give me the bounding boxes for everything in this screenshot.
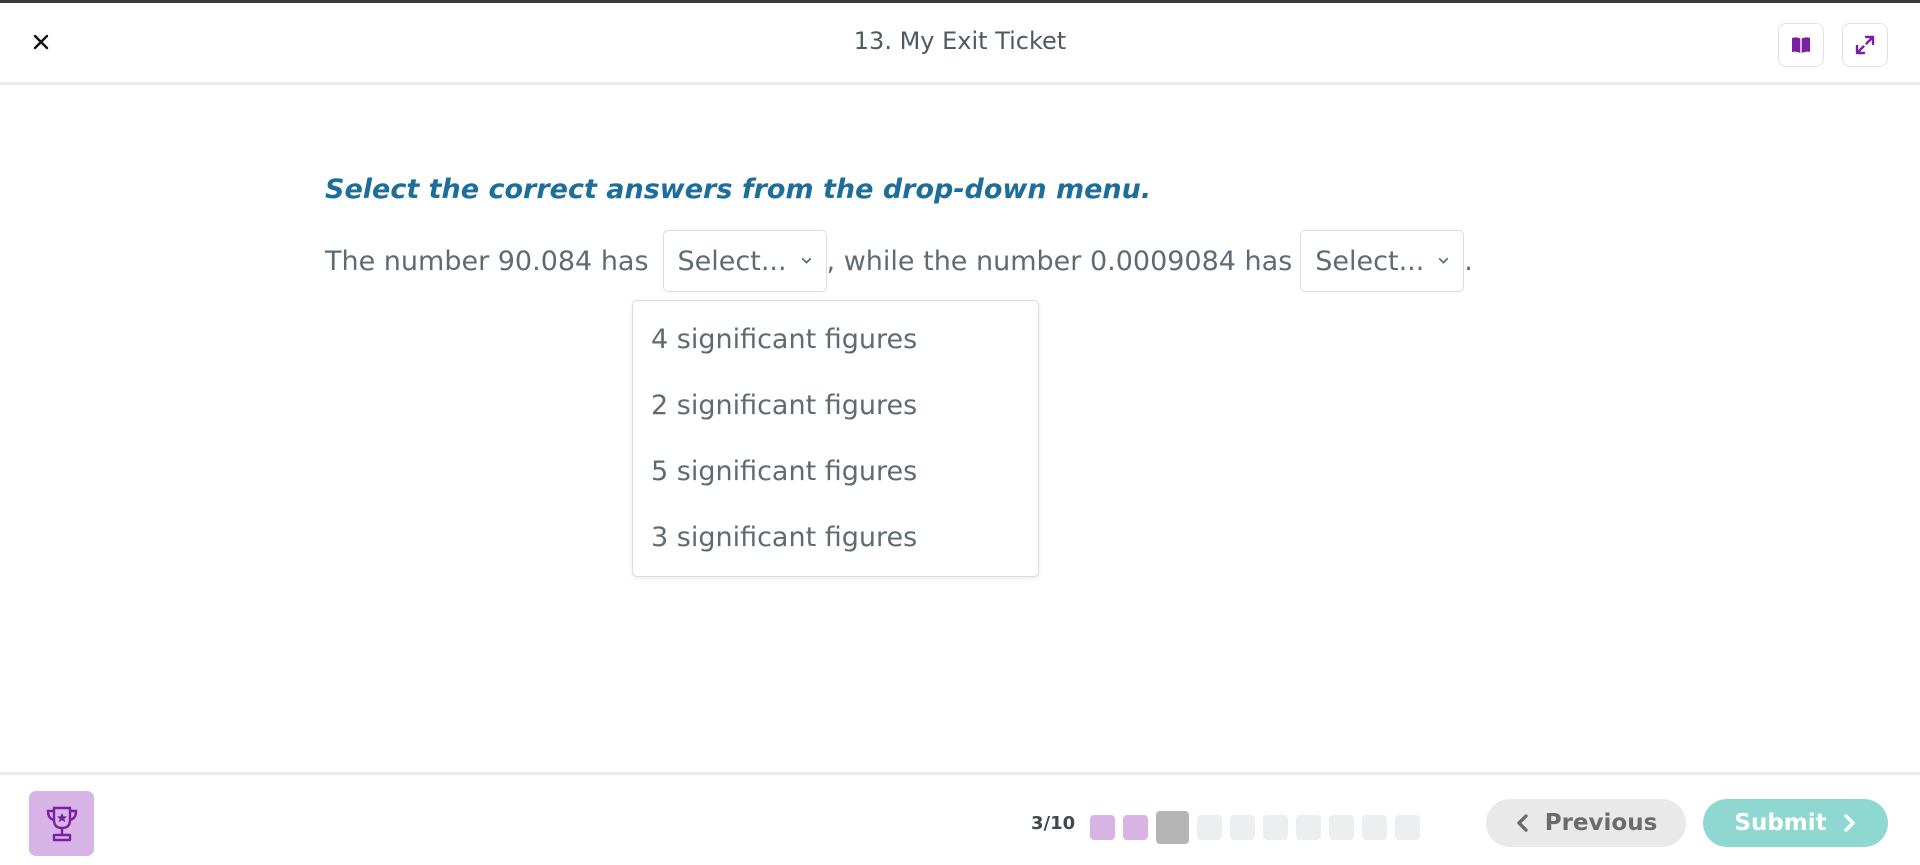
answer-select-1[interactable]: Select... bbox=[662, 230, 827, 292]
dropdown-option[interactable]: 3 significant figures bbox=[633, 504, 1038, 570]
progress-dot-1[interactable] bbox=[1090, 815, 1115, 840]
progress-dot-3[interactable] bbox=[1156, 811, 1189, 844]
question-sentence: The number 90.084 has Select... , while … bbox=[325, 230, 1473, 292]
trophy-button[interactable] bbox=[29, 791, 94, 856]
previous-button[interactable]: Previous bbox=[1486, 799, 1686, 847]
header: 13. My Exit Ticket bbox=[0, 3, 1920, 85]
progress-dot-8[interactable] bbox=[1329, 815, 1354, 840]
book-icon bbox=[1792, 37, 1810, 53]
progress-dots bbox=[1090, 811, 1428, 844]
expand-icon bbox=[1855, 35, 1875, 55]
submit-button[interactable]: Submit bbox=[1703, 799, 1888, 847]
select-1-placeholder: Select... bbox=[677, 245, 787, 277]
chevron-left-icon bbox=[1515, 813, 1529, 833]
select-2-placeholder: Select... bbox=[1315, 245, 1425, 277]
progress-dot-6[interactable] bbox=[1263, 815, 1288, 840]
progress-dot-4[interactable] bbox=[1197, 815, 1222, 840]
progress-counter: 3/10 bbox=[1031, 813, 1076, 834]
book-button[interactable] bbox=[1778, 23, 1824, 67]
footer: 3/10 Previous Submit bbox=[0, 772, 1920, 865]
sentence-part-1: The number 90.084 has bbox=[325, 245, 649, 277]
previous-label: Previous bbox=[1544, 810, 1658, 836]
progress-dot-10[interactable] bbox=[1395, 815, 1420, 840]
trophy-icon bbox=[46, 806, 77, 841]
dropdown-option[interactable]: 4 significant figures bbox=[633, 306, 1038, 372]
progress-dot-7[interactable] bbox=[1296, 815, 1321, 840]
chevron-down-icon bbox=[801, 257, 811, 264]
chevron-down-icon bbox=[1439, 257, 1449, 264]
instruction-text: Select the correct answers from the drop… bbox=[325, 174, 1152, 205]
answer-select-2[interactable]: Select... bbox=[1300, 230, 1465, 292]
sentence-part-3: . bbox=[1464, 245, 1473, 277]
dropdown-menu: 4 significant figures 2 significant figu… bbox=[632, 300, 1039, 577]
dropdown-option[interactable]: 2 significant figures bbox=[633, 372, 1038, 438]
progress-dot-2[interactable] bbox=[1123, 815, 1148, 840]
progress-dot-9[interactable] bbox=[1362, 815, 1387, 840]
page-title: 13. My Exit Ticket bbox=[853, 27, 1067, 55]
submit-label: Submit bbox=[1734, 810, 1827, 836]
expand-button[interactable] bbox=[1842, 23, 1888, 67]
progress-dot-5[interactable] bbox=[1230, 815, 1255, 840]
dropdown-option[interactable]: 5 significant figures bbox=[633, 438, 1038, 504]
chevron-right-icon bbox=[1843, 813, 1857, 833]
sentence-part-2: , while the number 0.0009084 has bbox=[826, 245, 1293, 277]
